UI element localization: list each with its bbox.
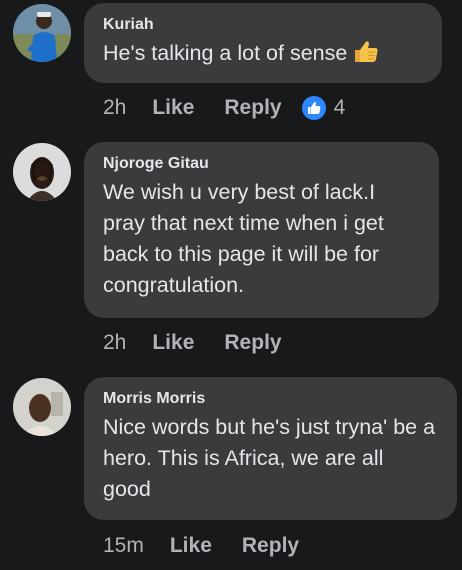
like-button[interactable]: Like <box>170 534 212 558</box>
comment-timestamp[interactable]: 15m <box>103 534 144 558</box>
comment-actions: 15m Like Reply <box>103 531 329 561</box>
avatar[interactable] <box>13 4 71 62</box>
reaction-summary[interactable]: 4 <box>301 96 346 120</box>
like-button[interactable]: Like <box>152 331 194 355</box>
comment-text: Nice words but he's just tryna' be a her… <box>103 415 436 501</box>
thumbs-up-emoji-icon <box>353 40 379 73</box>
comment-text-content: He's talking a lot of sense <box>103 41 348 65</box>
reply-button[interactable]: Reply <box>242 534 299 558</box>
like-button[interactable]: Like <box>152 96 194 120</box>
comment-author[interactable]: Njoroge Gitau <box>103 154 419 174</box>
avatar[interactable] <box>13 378 71 436</box>
reply-button[interactable]: Reply <box>224 96 281 120</box>
comment-text: He's talking a lot of sense <box>103 38 422 73</box>
avatar[interactable] <box>13 143 71 201</box>
comment-bubble: Morris Morris Nice words but he's just t… <box>84 377 457 520</box>
comment-text: We wish u very best of lack.I pray that … <box>103 180 384 297</box>
comment-bubble: Kuriah He's talking a lot of sense <box>84 3 442 83</box>
comment-bubble: Njoroge Gitau We wish u very best of lac… <box>84 142 439 318</box>
comment-timestamp[interactable]: 2h <box>103 96 126 120</box>
comment-author[interactable]: Kuriah <box>103 15 422 35</box>
like-reaction-icon <box>301 96 326 120</box>
comment-author[interactable]: Morris Morris <box>103 389 437 409</box>
comment-timestamp[interactable]: 2h <box>103 331 126 355</box>
comment-actions: 2h Like Reply 4 <box>103 93 345 123</box>
reply-button[interactable]: Reply <box>224 331 281 355</box>
comment-actions: 2h Like Reply <box>103 328 312 358</box>
reaction-count: 4 <box>333 96 346 119</box>
